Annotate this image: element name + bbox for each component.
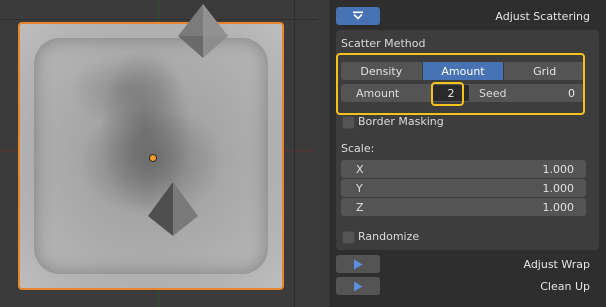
- pyramid-object-icon[interactable]: [145, 180, 201, 238]
- adjust-wrap-label: Adjust Wrap: [523, 257, 590, 271]
- adjust-scattering-header: Adjust Scattering: [330, 4, 606, 28]
- clean-up-header: Clean Up: [330, 274, 606, 298]
- scale-z-field[interactable]: Z 1.000: [341, 198, 586, 216]
- scale-x-field[interactable]: X 1.000: [341, 160, 586, 178]
- play-triangle-icon: [354, 281, 363, 291]
- grid-line: [294, 0, 295, 307]
- randomize-label: Randomize: [358, 230, 420, 243]
- grid-line: [0, 19, 318, 20]
- scale-y-axis: Y: [356, 182, 363, 195]
- randomize-checkbox[interactable]: [342, 231, 355, 244]
- collapse-arrow-icon: [353, 11, 363, 20]
- scale-z-value: 1.000: [542, 201, 575, 214]
- clean-up-label: Clean Up: [540, 279, 590, 293]
- play-triangle-icon: [354, 259, 363, 269]
- scale-x-axis: X: [356, 163, 364, 176]
- scale-x-value: 1.000: [542, 163, 575, 176]
- adjust-wrap-header: Adjust Wrap: [330, 252, 606, 276]
- properties-panel: Adjust Scattering Scatter Method Density…: [330, 0, 606, 307]
- adjust-scattering-button[interactable]: [336, 7, 380, 25]
- border-masking-checkbox[interactable]: [342, 116, 355, 129]
- scale-z-axis: Z: [356, 201, 364, 214]
- object-origin[interactable]: [149, 154, 157, 162]
- highlight-amount-value: [431, 82, 464, 106]
- 3d-viewport[interactable]: [0, 0, 318, 307]
- clean-up-button[interactable]: [336, 277, 380, 295]
- scatter-method-heading: Scatter Method: [341, 37, 426, 50]
- scale-y-field[interactable]: Y 1.000: [341, 179, 586, 197]
- scale-heading: Scale:: [341, 142, 375, 155]
- border-masking-label: Border Masking: [358, 115, 444, 128]
- adjust-scattering-label: Adjust Scattering: [495, 9, 590, 23]
- pyramid-object-icon[interactable]: [174, 2, 232, 60]
- adjust-wrap-button[interactable]: [336, 255, 380, 273]
- scale-y-value: 1.000: [542, 182, 575, 195]
